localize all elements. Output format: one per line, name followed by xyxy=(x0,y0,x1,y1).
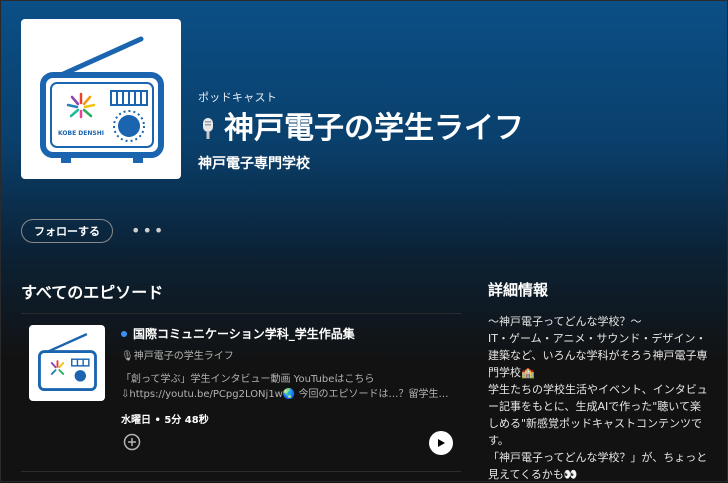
episode-thumbnail xyxy=(29,325,105,401)
details-heading: 詳細情報 xyxy=(488,281,549,299)
radio-logo-icon: KOBE DENSHI xyxy=(40,36,164,163)
podcast-cover: KOBE DENSHI xyxy=(21,19,181,179)
content-type-label: ポッドキャスト xyxy=(198,91,278,104)
podcast-header: KOBE DENSHI ポッドキャスト 神戸電子の学生ライフ 神戸電子専門学校 xyxy=(21,19,707,181)
description-line: 「神戸電子ってどんな学校？」が、ちょっと xyxy=(488,451,708,464)
divider xyxy=(21,471,461,472)
more-options-button[interactable]: ••• xyxy=(131,219,165,243)
episodes-heading: すべてのエピソード xyxy=(21,283,164,302)
follow-button[interactable]: フォローする xyxy=(21,219,113,243)
divider xyxy=(21,313,461,314)
episode-row[interactable]: 国際コミュニケーション学科_学生作品集 🎙神戸電子の学生ライフ 「創って学ぶ」学… xyxy=(21,315,461,465)
description-line: 〜神戸電子ってどんな学校？〜 xyxy=(488,315,642,328)
episode-description-line: 「創って学ぶ」学生インタビュー動画 YouTubeはこちら xyxy=(121,374,375,385)
cover-logo-text: KOBE DENSHI xyxy=(58,130,104,137)
podcast-page: KOBE DENSHI ポッドキャスト 神戸電子の学生ライフ 神戸電子専門学校 … xyxy=(0,0,728,482)
episode-date-duration: 水曜日 • 5分 48秒 xyxy=(121,415,209,426)
podcast-title-text: 神戸電子の学生ライフ xyxy=(224,111,524,146)
podcast-title: 神戸電子の学生ライフ xyxy=(198,109,524,149)
description-line: す。 xyxy=(488,434,509,447)
radio-logo-icon xyxy=(38,333,97,392)
play-button[interactable] xyxy=(429,431,453,455)
new-episode-dot-icon xyxy=(121,330,127,337)
episode-description: 「創って学ぶ」学生インタビュー動画 YouTubeはこちら ⇩https://y… xyxy=(121,372,457,402)
podcast-meta: ポッドキャスト 神戸電子の学生ライフ 神戸電子専門学校 xyxy=(198,89,524,173)
episode-title[interactable]: 国際コミュニケーション学科_学生作品集 xyxy=(121,325,457,342)
microphone-icon xyxy=(203,118,213,139)
add-to-library-icon[interactable] xyxy=(123,433,141,451)
episode-show-name[interactable]: 🎙神戸電子の学生ライフ xyxy=(121,347,457,362)
play-icon xyxy=(438,439,445,447)
description-line: 学生たちの学校生活やイベント、インタビュ xyxy=(488,383,708,396)
description-line: しめる"新感覚ポッドキャストコンテンツで xyxy=(488,417,703,430)
episode-body: 国際コミュニケーション学科_学生作品集 🎙神戸電子の学生ライフ 「創って学ぶ」学… xyxy=(121,325,457,426)
episode-description-line: ⇩https://youtu.be/PCpg2LONj1w🌏 今回のエピソードは… xyxy=(121,389,451,400)
action-bar: フォローする ••• xyxy=(21,219,165,243)
podcast-description: 〜神戸電子ってどんな学校？〜 IT・ゲーム・アニメ・サウンド・デザイン・ 建築な… xyxy=(488,313,710,483)
description-line: IT・ゲーム・アニメ・サウンド・デザイン・ xyxy=(488,332,707,345)
description-line: ー記事をもとに、生成AIで作った"聴いて楽 xyxy=(488,400,701,413)
description-line: 見えてくるかも👀 xyxy=(488,468,578,481)
publisher-link[interactable]: 神戸電子専門学校 xyxy=(198,153,524,173)
episode-title-text: 国際コミュニケーション学科_学生作品集 xyxy=(133,327,355,341)
description-line: 門学校🏫 xyxy=(488,366,535,379)
description-line: 建築など、いろんな学科がそろう神戸電子専 xyxy=(488,349,708,362)
